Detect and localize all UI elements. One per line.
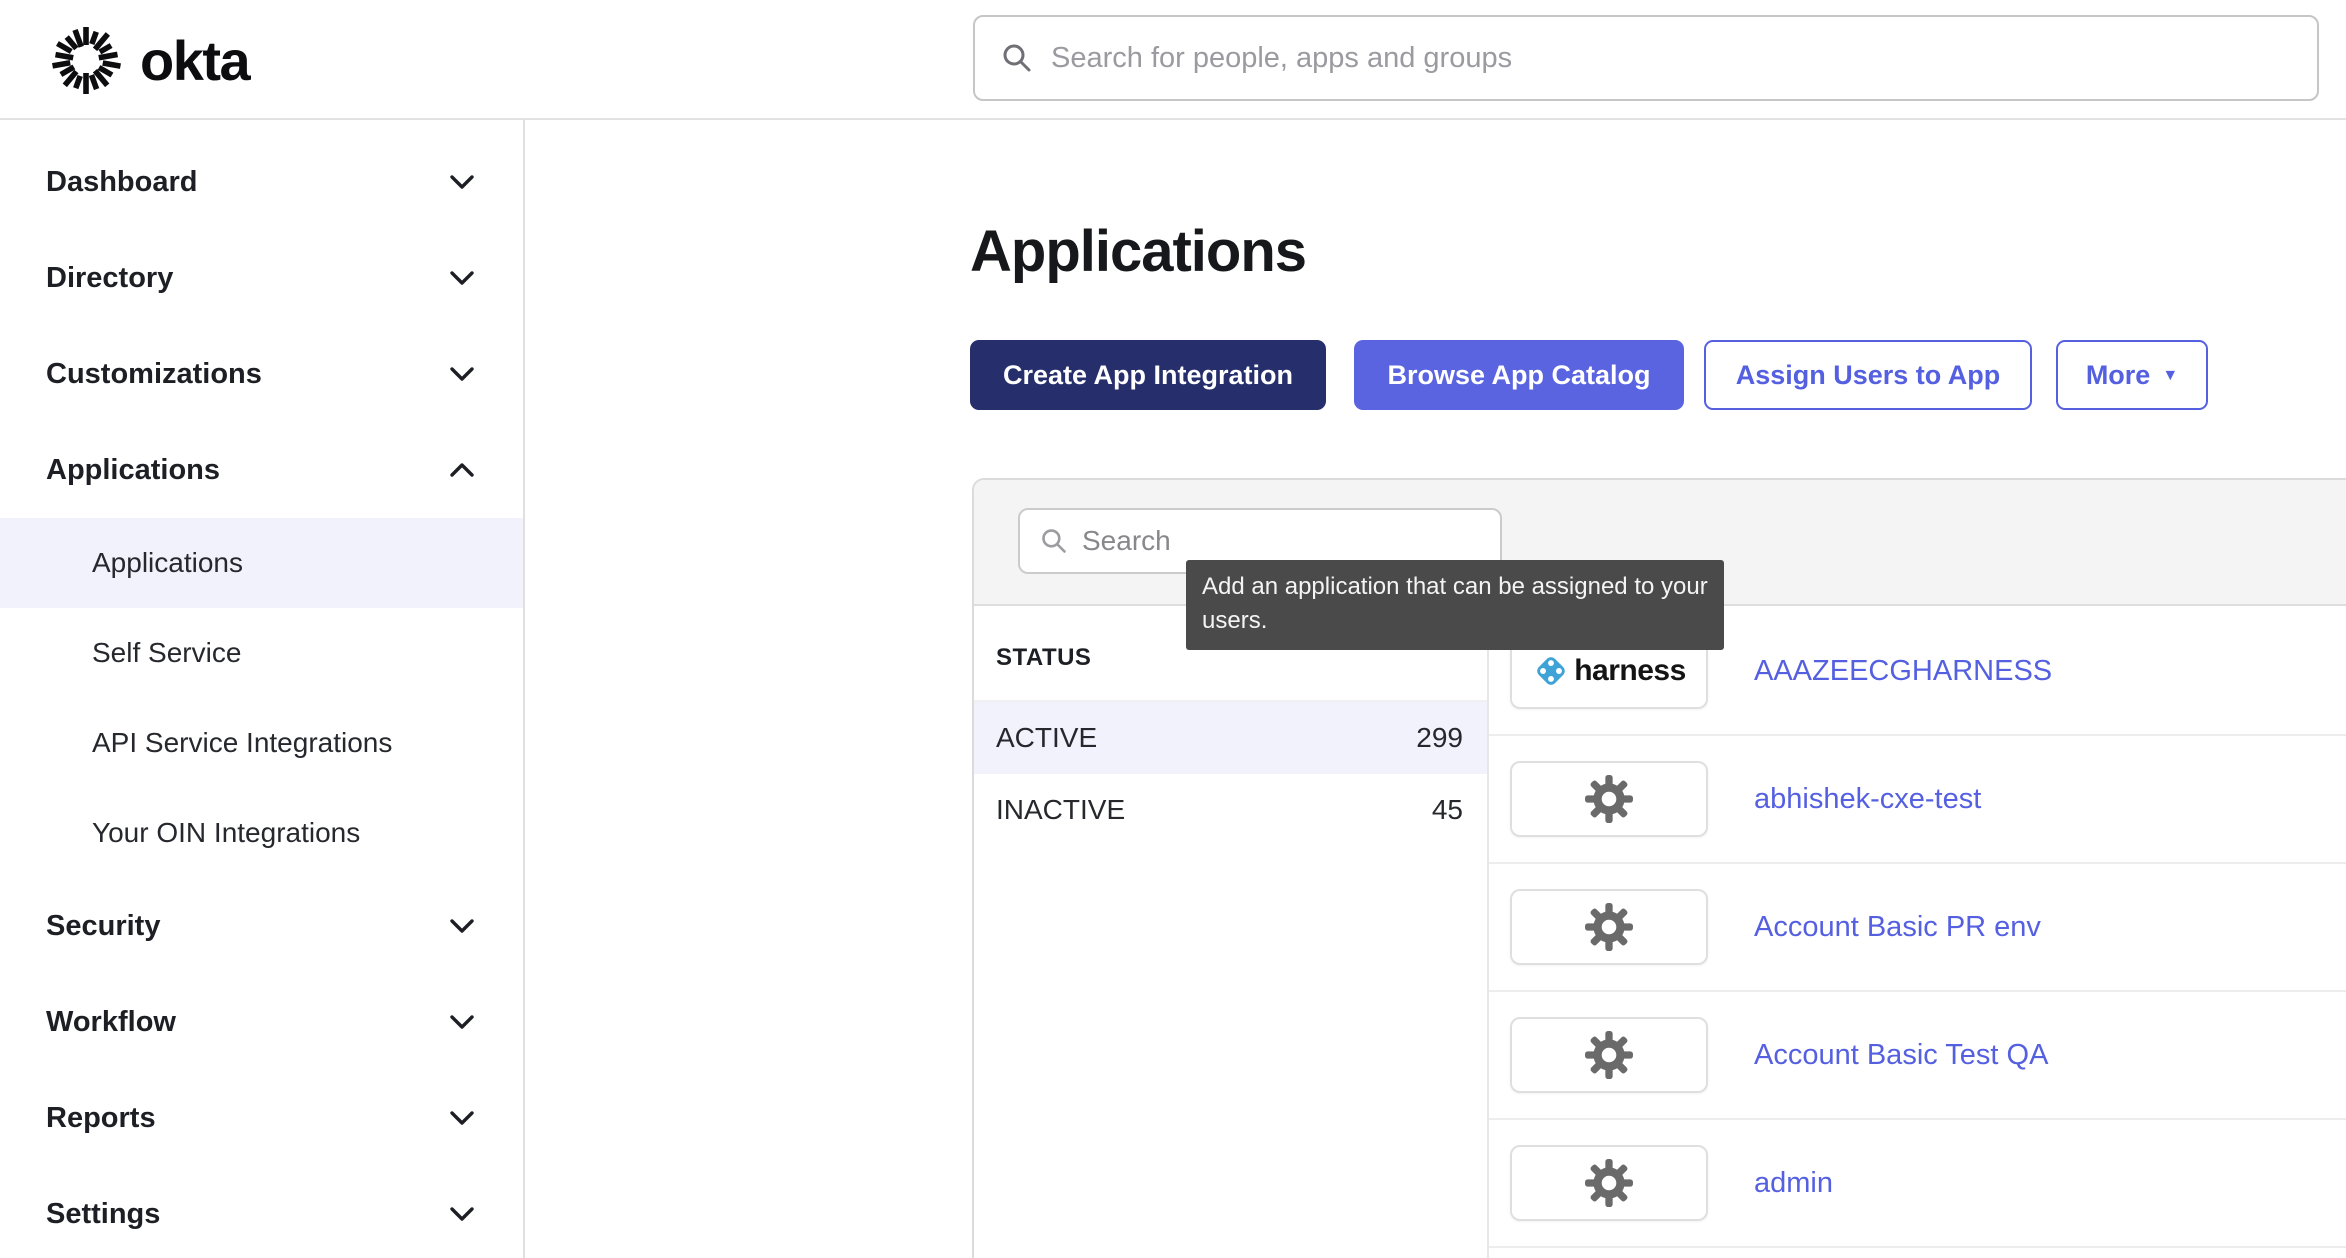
sidebar-item-security[interactable]: Security [0,878,523,974]
app-row: abhishek-cxe-test [1489,736,2346,864]
sidebar-subitem-self-service[interactable]: Self Service [0,608,523,698]
chevron-down-icon [449,270,475,286]
app-list: harness AAAZEECGHARNESS [1489,608,2346,1258]
panel-body: STATUS ACTIVE 299 INACTIVE 45 [974,608,2346,1258]
sidebar-item-customizations[interactable]: Customizations [0,326,523,422]
global-search-input[interactable] [1051,42,2291,75]
apps-search-input[interactable] [1082,525,1480,557]
sidebar-item-label: Directory [46,262,173,295]
sidebar-item-reports[interactable]: Reports [0,1070,523,1166]
app-link[interactable]: abhishek-cxe-test [1754,783,1981,816]
harness-logo-text: harness [1574,654,1686,688]
app-icon-card [1510,1145,1708,1221]
app-row: Account Basic PR env [1489,864,2346,992]
chevron-down-icon [449,1110,475,1126]
okta-logo[interactable]: okta [46,20,249,100]
sidebar-item-applications[interactable]: Applications [0,422,523,518]
chevron-down-icon [449,174,475,190]
app-row: admin [1489,1120,2346,1248]
sidebar-item-directory[interactable]: Directory [0,230,523,326]
create-app-integration-button[interactable]: Create App Integration [970,340,1326,410]
chevron-up-icon [449,462,475,478]
gear-icon [1584,774,1634,824]
sidebar-subitem-label: Self Service [92,637,241,669]
global-search[interactable] [973,15,2319,101]
sidebar-item-label: Settings [46,1198,160,1231]
sidebar-subitem-label: API Service Integrations [92,727,392,759]
status-filter-inactive[interactable]: INACTIVE 45 [974,774,1487,846]
sidebar-nav: Dashboard Directory Customizations Appli… [0,120,525,1258]
page-title: Applications [970,218,1306,285]
harness-logo-icon [1532,652,1570,690]
search-icon [1040,527,1068,555]
search-icon [1001,42,1033,74]
app-link[interactable]: AAAZEECGHARNESS [1754,655,2052,688]
sidebar-item-workflow[interactable]: Workflow [0,974,523,1070]
sidebar-subitem-label: Your OIN Integrations [92,817,360,849]
app-icon-card [1510,889,1708,965]
top-header: okta [0,0,2346,120]
status-label: INACTIVE [996,794,1125,826]
sidebar-item-dashboard[interactable]: Dashboard [0,134,523,230]
status-filter-column: STATUS ACTIVE 299 INACTIVE 45 [974,608,1489,1258]
app-link[interactable]: admin [1754,1167,1833,1200]
sidebar-item-settings[interactable]: Settings [0,1166,523,1258]
sidebar-subitem-applications[interactable]: Applications [0,518,523,608]
tooltip: Add an application that can be assigned … [1186,560,1724,650]
gear-icon [1584,902,1634,952]
more-button[interactable]: More ▼ [2056,340,2208,410]
app-icon-card [1510,1017,1708,1093]
sidebar-subitem-label: Applications [92,547,243,579]
assign-users-to-app-button[interactable]: Assign Users to App [1704,340,2032,410]
app-link[interactable]: Account Basic PR env [1754,911,2041,944]
okta-admin-window: okta Dashboard Directory Customizations [0,0,2346,1258]
caret-down-icon: ▼ [2162,367,2178,385]
chevron-down-icon [449,1014,475,1030]
sidebar-item-label: Security [46,910,160,943]
sidebar-item-label: Reports [46,1102,156,1135]
app-link[interactable]: Account Basic Test QA [1754,1039,2048,1072]
sidebar-item-label: Customizations [46,358,262,391]
status-count: 299 [1416,722,1463,754]
chevron-down-icon [449,366,475,382]
app-row: Account Basic Test QA [1489,992,2346,1120]
chevron-down-icon [449,918,475,934]
sidebar-item-label: Workflow [46,1006,176,1039]
okta-sunburst-icon [46,20,126,100]
sidebar-subitem-api-service-integrations[interactable]: API Service Integrations [0,698,523,788]
gear-icon [1584,1030,1634,1080]
sidebar-subitem-your-oin-integrations[interactable]: Your OIN Integrations [0,788,523,878]
sidebar-item-label: Applications [46,454,220,487]
more-button-label: More [2086,360,2151,391]
status-label: ACTIVE [996,722,1097,754]
chevron-down-icon [449,1206,475,1222]
status-count: 45 [1432,794,1463,826]
sidebar-item-label: Dashboard [46,166,197,199]
okta-wordmark: okta [140,28,249,93]
browse-app-catalog-button[interactable]: Browse App Catalog [1354,340,1684,410]
gear-icon [1584,1158,1634,1208]
app-icon-card [1510,761,1708,837]
status-filter-active[interactable]: ACTIVE 299 [974,702,1487,774]
